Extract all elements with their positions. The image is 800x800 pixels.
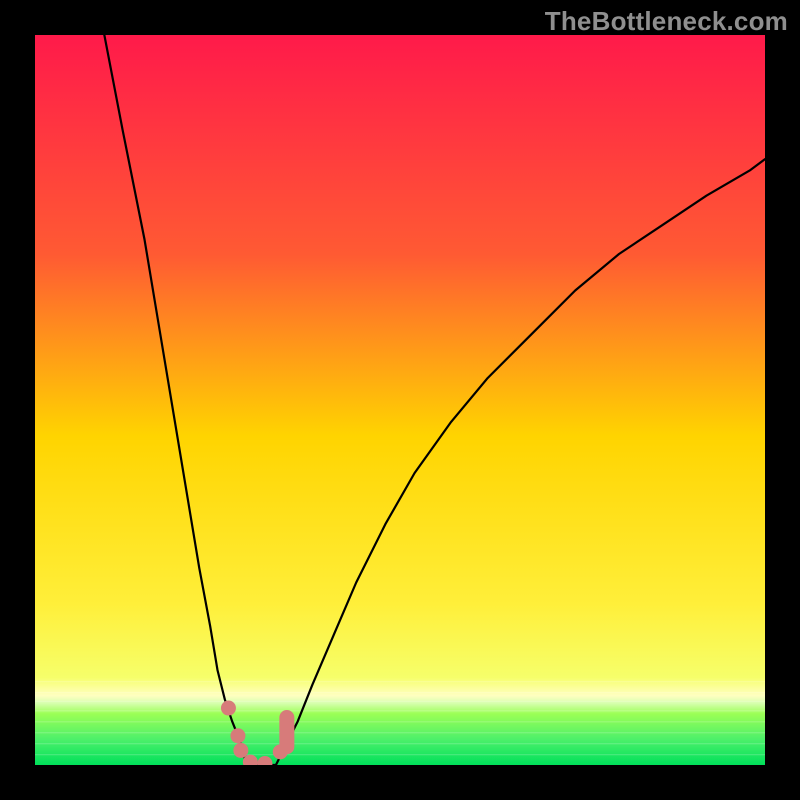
data-marker — [221, 701, 236, 716]
data-marker-pill — [279, 710, 294, 754]
band-line — [35, 710, 765, 711]
band-line — [35, 732, 765, 733]
chart-frame: TheBottleneck.com — [0, 0, 800, 800]
band-line — [35, 754, 765, 755]
gradient-bg — [35, 35, 765, 765]
band-line — [35, 721, 765, 722]
band-line — [35, 692, 765, 693]
data-marker — [230, 728, 245, 743]
plot-area — [35, 35, 765, 765]
plot-svg — [35, 35, 765, 765]
band-line — [35, 681, 765, 682]
band-line — [35, 701, 765, 702]
data-marker — [233, 743, 248, 758]
band-line — [35, 743, 765, 744]
watermark-text: TheBottleneck.com — [545, 6, 788, 37]
